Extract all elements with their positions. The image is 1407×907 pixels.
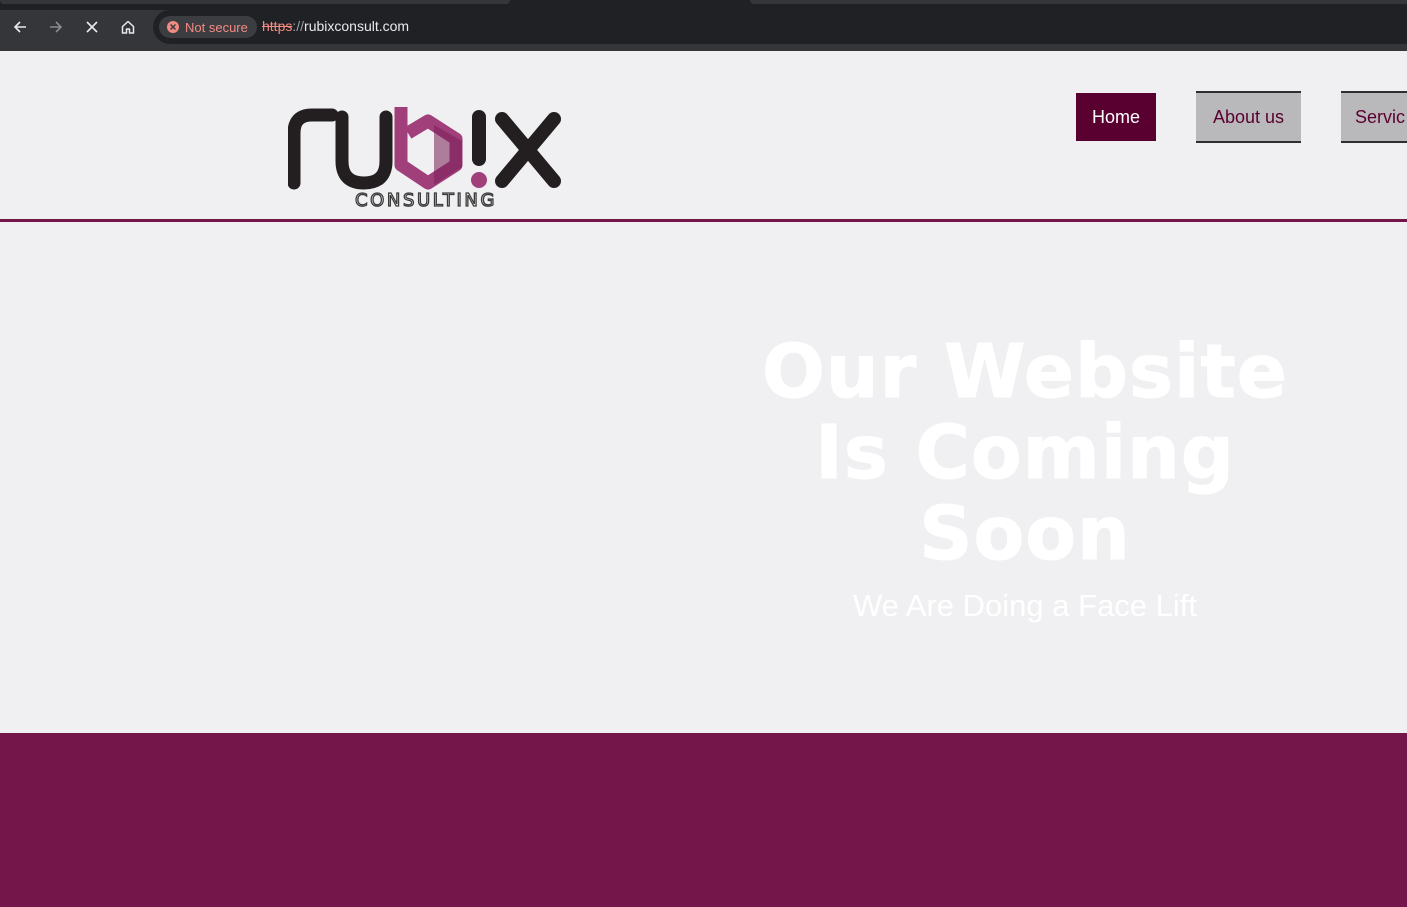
back-button[interactable] <box>5 12 35 42</box>
logo-subtext: CONSULTING <box>355 190 497 209</box>
hero-title: Our Website Is Coming Soon <box>735 329 1315 577</box>
tab-active-edge[interactable] <box>0 0 510 4</box>
footer-band <box>0 733 1407 907</box>
address-bar[interactable]: Not secure https://rubixconsult.com <box>153 10 1407 44</box>
hero-title-line: Our Website <box>762 329 1288 415</box>
site-logo[interactable]: CONSULTING <box>287 103 564 212</box>
url-host: rubixconsult.com <box>304 18 410 34</box>
nav-about-link[interactable]: About us <box>1196 91 1301 143</box>
hero-title-line: Soon <box>919 491 1131 577</box>
tab-strip <box>0 0 1407 10</box>
home-icon <box>121 20 135 34</box>
forward-button[interactable] <box>41 12 71 42</box>
home-button[interactable] <box>113 12 143 42</box>
tab-inactive-edge[interactable] <box>750 0 1407 4</box>
url-scheme: https <box>262 18 293 34</box>
arrow-right-icon <box>50 21 63 33</box>
stop-loading-button[interactable] <box>77 12 107 42</box>
url-separator: :// <box>292 18 305 34</box>
browser-toolbar: Not secure https://rubixconsult.com <box>0 0 1407 51</box>
nav-services-link[interactable]: Servic <box>1341 91 1407 143</box>
rubix-logo-mark: CONSULTING <box>287 107 561 212</box>
hero-title-line: Is Coming <box>815 410 1235 496</box>
warning-icon <box>167 21 179 33</box>
hero-subtitle: We Are Doing a Face Lift <box>852 588 1198 623</box>
nav-home-link[interactable]: Home <box>1076 93 1156 141</box>
url-text[interactable]: https://rubixconsult.com <box>262 18 409 34</box>
security-label: Not secure <box>185 19 248 35</box>
arrow-left-icon <box>13 21 26 33</box>
close-icon <box>86 21 98 33</box>
security-indicator[interactable]: Not secure <box>159 16 257 38</box>
